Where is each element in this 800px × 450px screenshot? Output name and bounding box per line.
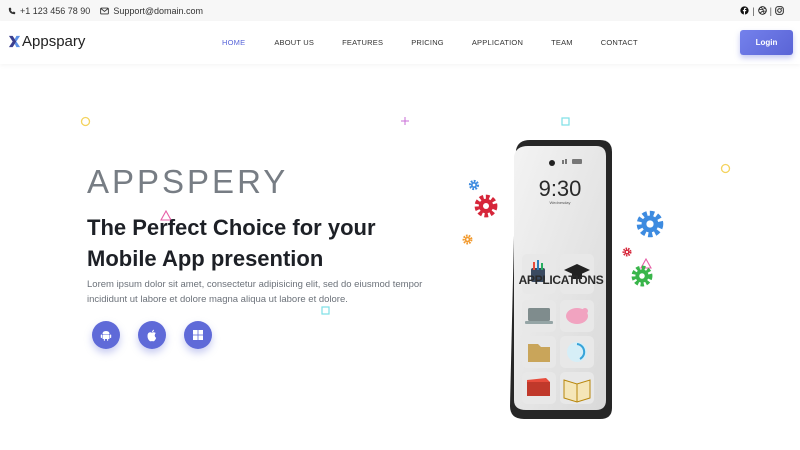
dribbble-icon[interactable] <box>757 6 767 15</box>
instagram-icon[interactable] <box>775 6 784 15</box>
nav-about-us[interactable]: ABOUT US <box>274 38 314 47</box>
phone-day: Wednesday <box>549 200 571 205</box>
separator: | <box>752 5 755 16</box>
windows-icon <box>193 330 203 340</box>
nav-application[interactable]: APPLICATION <box>472 38 523 47</box>
red-gear-icon <box>622 247 632 257</box>
separator: | <box>769 5 772 16</box>
red-gear-icon <box>474 194 498 218</box>
email-contact[interactable]: Support@domain.com <box>100 6 203 16</box>
phone-clock: 9:30 <box>538 176 582 201</box>
nav-features[interactable]: FEATURES <box>342 38 383 47</box>
apple-icon <box>147 329 157 341</box>
hero-section: APPSPERY The Perfect Choice for your Mob… <box>0 64 800 450</box>
blue-gear-icon <box>636 210 664 238</box>
top-bar: +1 123 456 78 90 Support@domain.com | | <box>0 0 800 21</box>
mail-icon <box>100 7 110 14</box>
brand-name: Appspary <box>22 33 86 50</box>
hero-headline: The Perfect Choice for your Mobile App p… <box>87 215 376 271</box>
social-links: | | <box>740 6 784 16</box>
blue-gear-icon <box>468 179 480 191</box>
android-icon <box>100 331 112 341</box>
email-address: Support@domain.com <box>113 5 204 16</box>
phone-mockup: 9:30 Wednesday APPLICATIONS <box>500 138 620 425</box>
app-store-buttons <box>92 321 212 349</box>
apple-button[interactable] <box>138 321 166 349</box>
navbar: Appspary HOME ABOUT US FEATURES PRICING … <box>0 21 800 64</box>
circle-decoration-icon <box>720 163 731 174</box>
login-button[interactable]: Login <box>740 30 793 55</box>
square-decoration-icon <box>561 117 570 126</box>
orange-gear-icon <box>462 234 473 245</box>
phone-contact[interactable]: +1 123 456 78 90 <box>8 6 90 16</box>
logo-mark-icon <box>8 35 21 48</box>
nav-team[interactable]: TEAM <box>551 38 573 47</box>
hero-eyebrow: APPSPERY <box>87 163 289 200</box>
brand-logo[interactable]: Appspary <box>8 33 85 50</box>
square-decoration-icon <box>321 306 330 315</box>
android-button[interactable] <box>92 321 120 349</box>
plus-decoration-icon <box>401 117 409 125</box>
phone-number: +1 123 456 78 90 <box>20 5 91 16</box>
nav-home[interactable]: HOME <box>222 38 245 47</box>
hero-description: Lorem ipsum dolor sit amet, consectetur … <box>87 279 423 305</box>
circle-decoration-icon <box>80 116 91 127</box>
nav-pricing[interactable]: PRICING <box>411 38 444 47</box>
phone-screen-title: APPLICATIONS <box>518 273 604 287</box>
phone-icon <box>8 7 16 14</box>
nav-menu: HOME ABOUT US FEATURES PRICING APPLICATI… <box>222 38 638 47</box>
facebook-icon[interactable] <box>740 6 749 15</box>
windows-button[interactable] <box>184 321 212 349</box>
nav-contact[interactable]: CONTACT <box>601 38 638 47</box>
green-gear-icon <box>631 265 653 287</box>
